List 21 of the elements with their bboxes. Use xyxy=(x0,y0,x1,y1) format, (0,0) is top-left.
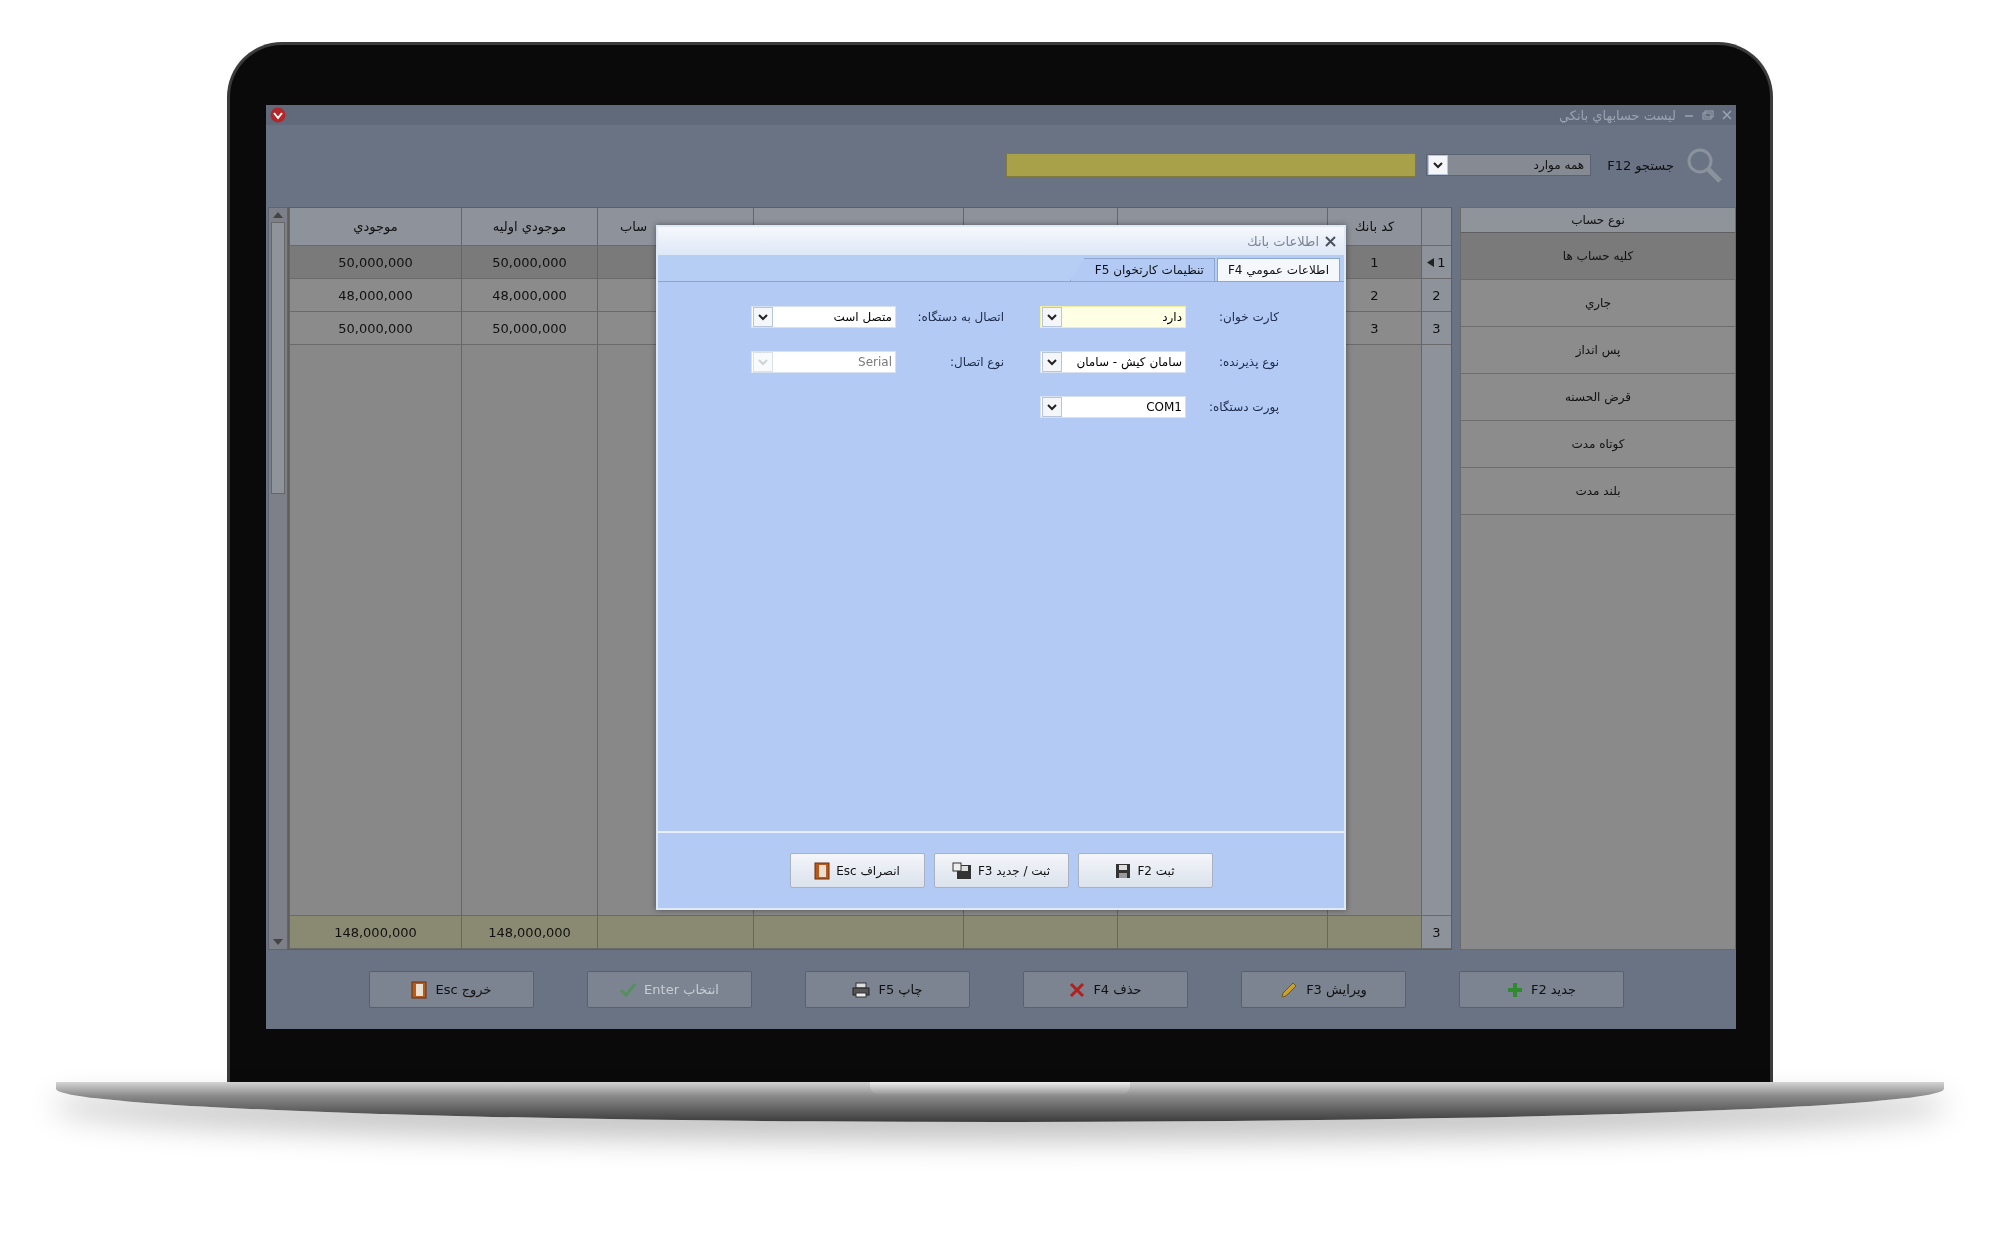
window-title: ليست حسابهاي بانكي xyxy=(1558,107,1676,123)
table-cell: 50,000,000 xyxy=(461,312,597,345)
dialog-title: اطلاعات بانك xyxy=(1247,233,1319,249)
table-cell: 48,000,000 xyxy=(289,279,461,312)
total-cell: 148,000,000 xyxy=(461,916,597,949)
field-label: كارت خوان: xyxy=(1217,310,1279,324)
row-number: 2 xyxy=(1421,279,1451,312)
field-label: پورت دستگاه: xyxy=(1207,400,1279,414)
row-number: 1 xyxy=(1421,246,1451,279)
sidebar-header: نوع حساب xyxy=(1461,208,1735,233)
table-cell: 48,000,000 xyxy=(461,279,597,312)
field-label: نوع پذيرنده: xyxy=(1217,355,1279,369)
row-number: 3 xyxy=(1421,312,1451,345)
table-cell: 50,000,000 xyxy=(289,312,461,345)
total-cell: 148,000,000 xyxy=(289,916,461,949)
table-cell: 50,000,000 xyxy=(461,246,597,279)
field-label: اتصال به دستگاه: xyxy=(916,310,1004,324)
search-label: جستجو F12 xyxy=(1607,157,1674,173)
table-cell: 50,000,000 xyxy=(289,246,461,279)
field-label: نوع اتصال: xyxy=(949,355,1004,369)
row-count: 3 xyxy=(1421,916,1451,949)
